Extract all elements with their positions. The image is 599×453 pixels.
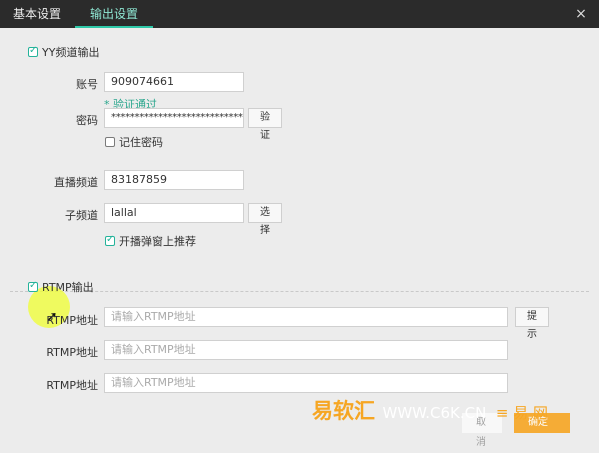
watermark-tail-text: ≡ 易 网	[495, 404, 548, 422]
sub-channel-label: 子频道	[65, 209, 98, 222]
output-settings-panel: YY频道输出 账号 909074661 * 验证通过 密码 **********…	[0, 28, 599, 448]
remember-password-checkbox[interactable]	[105, 137, 115, 147]
rtmp-address-field-1[interactable]: 请输入RTMP地址	[104, 307, 508, 327]
watermark-url-text: WWW.C6K.CN	[382, 404, 487, 422]
remember-password-label: 记住密码	[119, 136, 163, 149]
account-label: 账号	[76, 78, 98, 91]
site-watermark: 易软汇 WWW.C6K.CN ≡ 易 网	[312, 395, 548, 425]
rtmp-address-field-2[interactable]: 请输入RTMP地址	[104, 340, 508, 360]
sub-channel-field[interactable]: lallal	[104, 203, 244, 223]
rtmp-address-field-3[interactable]: 请输入RTMP地址	[104, 373, 508, 393]
tab-basic-settings[interactable]: 基本设置	[8, 0, 66, 28]
yy-output-checkbox[interactable]	[28, 45, 38, 57]
tab-output-settings-label: 输出设置	[89, 7, 138, 21]
tab-output-settings[interactable]: 输出设置	[75, 0, 153, 28]
password-label: 密码	[76, 114, 98, 127]
popup-recommend-checkbox[interactable]	[105, 234, 115, 246]
rtmp-address-label-2: RTMP地址	[46, 346, 98, 359]
rtmp-address-label-1: RTMP地址	[46, 314, 98, 327]
account-field[interactable]: 909074661	[104, 72, 244, 92]
settings-titlebar: 基本设置 输出设置 ×	[0, 0, 599, 28]
live-channel-label: 直播频道	[54, 176, 98, 189]
section-divider	[10, 291, 589, 292]
live-channel-field[interactable]: 83187859	[104, 170, 244, 190]
popup-recommend-label: 开播弹窗上推荐	[119, 235, 196, 248]
password-field[interactable]: ********************************	[104, 108, 244, 128]
choose-sub-channel-button[interactable]: 选择	[248, 203, 282, 236]
verify-button[interactable]: 验证	[248, 108, 282, 141]
close-icon[interactable]: ×	[573, 6, 589, 22]
rtmp-output-checkbox[interactable]	[28, 280, 38, 292]
rtmp-output-label: RTMP输出	[42, 281, 94, 294]
yy-output-label: YY频道输出	[42, 46, 100, 59]
watermark-logo-text: 易软汇	[312, 399, 375, 423]
rtmp-hint-button[interactable]: 提示	[515, 307, 549, 340]
rtmp-address-label-3: RTMP地址	[46, 379, 98, 392]
